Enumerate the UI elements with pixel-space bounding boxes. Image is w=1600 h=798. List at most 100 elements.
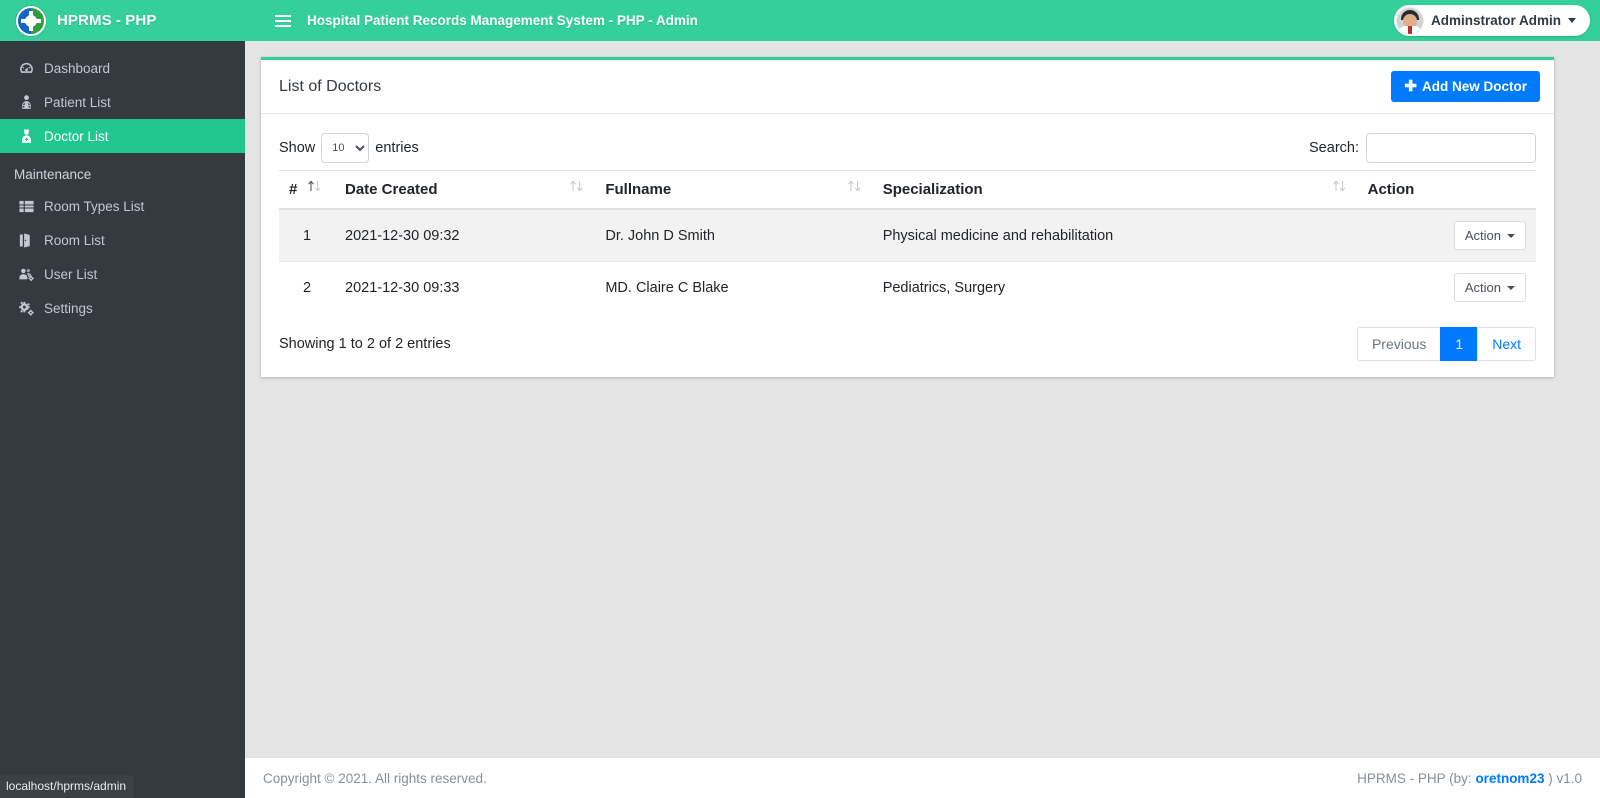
pagination: Previous 1 Next xyxy=(1356,327,1536,361)
users-cog-icon xyxy=(18,266,44,283)
th-list-icon xyxy=(18,198,44,215)
add-new-doctor-label: Add New Doctor xyxy=(1421,79,1527,94)
footer-version: HPRMS - PHP (by: oretnom23 ) v1.0 xyxy=(1357,771,1582,786)
door-open-icon xyxy=(18,232,44,249)
sort-asc-desc-icon xyxy=(847,179,863,193)
sort-asc-desc-icon xyxy=(307,179,323,193)
topbar-title: Hospital Patient Records Management Syst… xyxy=(307,13,698,28)
content-area: List of Doctors ✚ Add New Doctor Show 10… xyxy=(245,41,1600,741)
sidebar-item-room-types-list[interactable]: Room Types List xyxy=(0,189,245,223)
footer-copyright: Copyright © 2021. All rights reserved. xyxy=(263,770,487,786)
column-header-specialization[interactable]: Specialization xyxy=(872,170,1358,210)
cell-fullname: Dr. John D Smith xyxy=(595,208,873,262)
browser-status-bar: localhost/hprms/admin xyxy=(0,775,135,798)
topbar: Hospital Patient Records Management Syst… xyxy=(245,0,1600,41)
sidebar-item-label: Settings xyxy=(44,300,93,316)
sidebar-nav: Dashboard Patient List Doctor List Maint… xyxy=(0,41,245,325)
row-action-label: Action xyxy=(1464,280,1501,295)
column-label: Date Created xyxy=(345,181,438,198)
entries-label: entries xyxy=(375,140,419,156)
sidebar: HPRMS - PHP Dashboard Patient List Docto… xyxy=(0,0,245,798)
doctors-card: List of Doctors ✚ Add New Doctor Show 10… xyxy=(261,57,1554,377)
cogs-icon xyxy=(18,300,44,317)
pagination-next[interactable]: Next xyxy=(1477,327,1536,361)
user-name: Adminstrator Admin xyxy=(1430,13,1561,28)
card-header: List of Doctors ✚ Add New Doctor xyxy=(261,60,1554,114)
cell-fullname: MD. Claire C Blake xyxy=(595,261,873,313)
sidebar-item-label: User List xyxy=(44,266,98,282)
sidebar-item-label: Dashboard xyxy=(44,60,111,76)
hamburger-icon[interactable] xyxy=(263,19,303,22)
column-label: Fullname xyxy=(605,181,672,198)
sidebar-item-label: Patient List xyxy=(44,94,111,110)
table-row: 2 2021-12-30 09:33 MD. Claire C Blake Pe… xyxy=(279,261,1536,313)
sidebar-item-patient-list[interactable]: Patient List xyxy=(0,85,245,119)
cell-action: Action xyxy=(1357,208,1536,262)
medical-cross-globe-icon xyxy=(16,5,46,36)
page-length-select[interactable]: 10 25 50 100 xyxy=(321,133,370,163)
page-length-control: Show 10 25 50 100 entries xyxy=(279,133,419,163)
sidebar-item-dashboard[interactable]: Dashboard xyxy=(0,51,245,85)
footer-version-prefix: HPRMS - PHP (by: xyxy=(1357,770,1472,786)
user-avatar xyxy=(1396,7,1423,34)
sidebar-item-label: Doctor List xyxy=(44,128,109,144)
footer-version-suffix: ) v1.0 xyxy=(1548,770,1582,786)
brand-header[interactable]: HPRMS - PHP xyxy=(0,0,245,41)
plus-icon: ✚ xyxy=(1404,78,1417,95)
tachometer-icon xyxy=(18,60,44,77)
footer-author-link[interactable]: oretnom23 xyxy=(1475,771,1544,786)
column-header-num[interactable]: # xyxy=(279,170,335,210)
card-body: Show 10 25 50 100 entries Search: xyxy=(261,114,1554,377)
table-head: # Date Created Fullname Specialization A… xyxy=(279,170,1536,210)
page-title: List of Doctors xyxy=(279,77,382,95)
caret-down-icon xyxy=(1507,285,1515,290)
app-root: HPRMS - PHP Dashboard Patient List Docto… xyxy=(0,0,1600,798)
table-info: Showing 1 to 2 of 2 entries xyxy=(279,336,451,352)
table-body: 1 2021-12-30 09:32 Dr. John D Smith Phys… xyxy=(279,208,1536,313)
sidebar-item-settings[interactable]: Settings xyxy=(0,291,245,325)
cell-date-created: 2021-12-30 09:32 xyxy=(335,208,596,262)
sort-asc-desc-icon xyxy=(1332,179,1348,193)
sidebar-item-label: Room Types List xyxy=(44,198,145,214)
sidebar-item-room-list[interactable]: Room List xyxy=(0,223,245,257)
column-label: # xyxy=(289,181,298,198)
add-new-doctor-button[interactable]: ✚ Add New Doctor xyxy=(1391,71,1540,102)
cell-num: 1 xyxy=(279,208,335,262)
cell-action: Action xyxy=(1357,261,1536,313)
user-menu[interactable]: Adminstrator Admin xyxy=(1393,5,1590,36)
search-input[interactable] xyxy=(1366,133,1536,163)
cell-date-created: 2021-12-30 09:33 xyxy=(335,261,596,313)
table-header-row: # Date Created Fullname Specialization A… xyxy=(279,170,1536,210)
cell-num: 2 xyxy=(279,261,335,313)
datatable-footer: Showing 1 to 2 of 2 entries Previous 1 N… xyxy=(279,313,1536,361)
row-action-label: Action xyxy=(1464,228,1501,243)
cell-specialization: Physical medicine and rehabilitation xyxy=(872,208,1358,262)
sidebar-section-maintenance: Maintenance xyxy=(14,167,92,182)
sidebar-item-doctor-list[interactable]: Doctor List xyxy=(0,119,245,153)
pagination-page-1[interactable]: 1 xyxy=(1440,327,1478,361)
user-injured-icon xyxy=(18,94,44,111)
sidebar-item-label: Room List xyxy=(44,232,105,248)
page-footer: Copyright © 2021. All rights reserved. H… xyxy=(245,757,1600,798)
caret-down-icon xyxy=(1507,233,1515,238)
show-label: Show xyxy=(279,140,316,156)
search-label: Search: xyxy=(1309,140,1359,156)
sidebar-item-user-list[interactable]: User List xyxy=(0,257,245,291)
search-control: Search: xyxy=(1309,133,1536,163)
brand-title: HPRMS - PHP xyxy=(57,12,157,29)
pagination-previous[interactable]: Previous xyxy=(1356,327,1441,361)
row-action-dropdown[interactable]: Action xyxy=(1453,273,1526,302)
column-header-fullname[interactable]: Fullname xyxy=(595,170,873,210)
table-row: 1 2021-12-30 09:32 Dr. John D Smith Phys… xyxy=(279,208,1536,262)
doctors-table: # Date Created Fullname Specialization A… xyxy=(279,170,1536,313)
column-label: Specialization xyxy=(882,181,983,198)
user-md-icon xyxy=(18,128,44,145)
column-header-action: Action xyxy=(1357,170,1536,210)
row-action-dropdown[interactable]: Action xyxy=(1453,221,1526,250)
sort-asc-desc-icon xyxy=(569,179,585,193)
datatable-controls: Show 10 25 50 100 entries Search: xyxy=(279,126,1536,170)
column-label: Action xyxy=(1367,181,1415,198)
cell-specialization: Pediatrics, Surgery xyxy=(872,261,1358,313)
column-header-date-created[interactable]: Date Created xyxy=(335,170,596,210)
caret-down-icon xyxy=(1568,18,1576,23)
